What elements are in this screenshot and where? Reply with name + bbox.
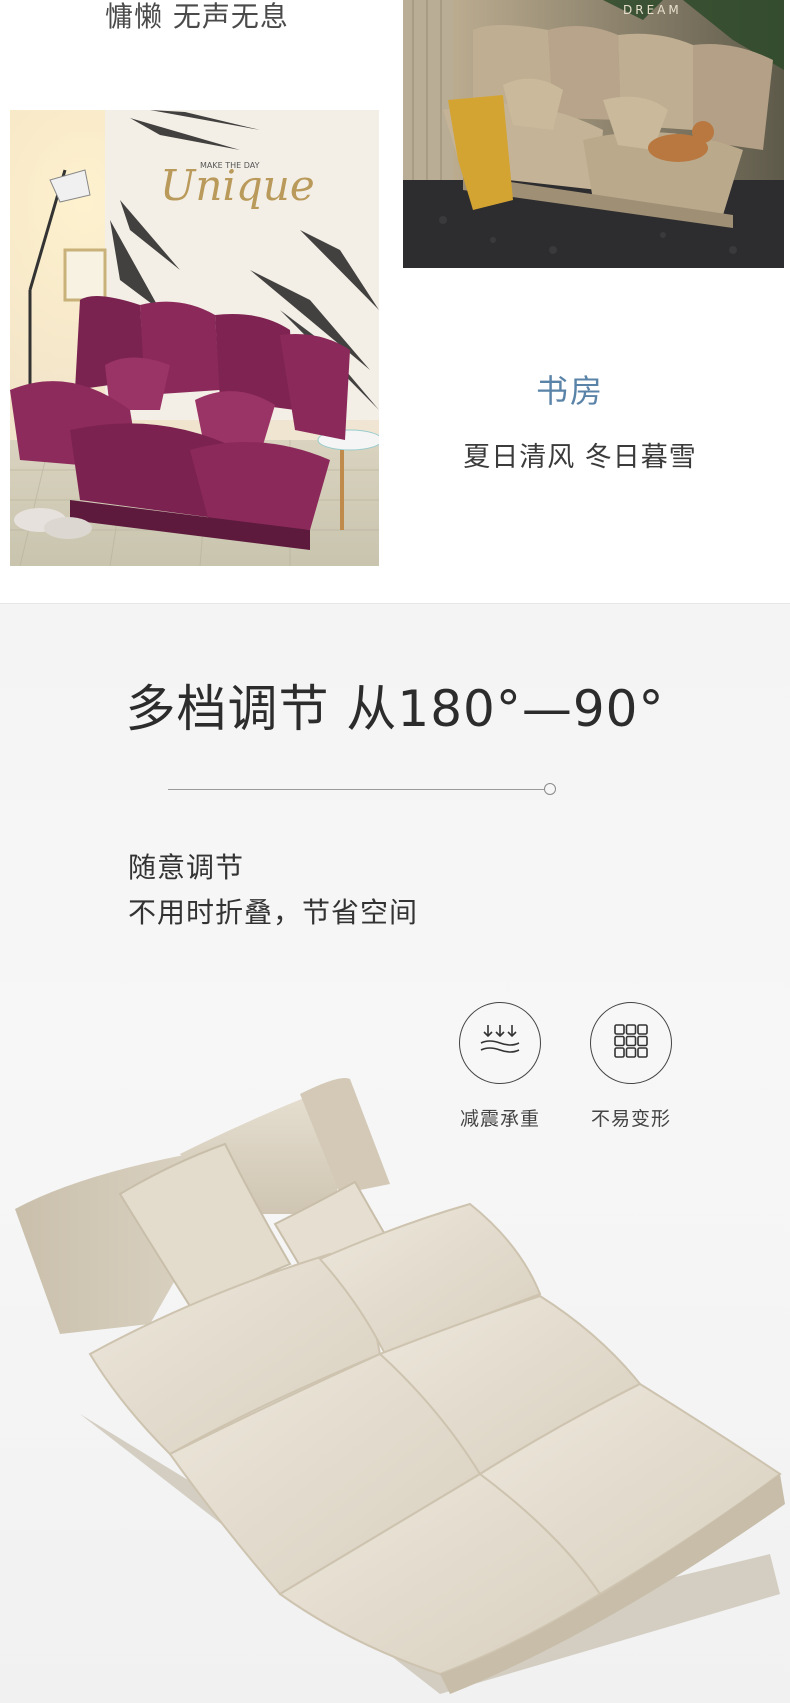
feature-line-adjust: 随意调节 bbox=[128, 851, 245, 884]
adjustable-feature-section: 多档调节 从180°—90° 随意调节 不用时折叠，节省空间 减震承重 不易变形 bbox=[0, 603, 790, 1703]
purple-sofa-photo: Unique MAKE THE DAY bbox=[10, 110, 379, 566]
divider-dot bbox=[544, 783, 556, 795]
tapestry-sub-text: MAKE THE DAY bbox=[200, 161, 260, 170]
cream-sofa-image bbox=[0, 1034, 790, 1703]
room-title: 书房 bbox=[535, 372, 604, 410]
divider-line bbox=[168, 789, 546, 790]
feature-line-fold: 不用时折叠，节省空间 bbox=[128, 896, 419, 929]
room-subtitle: 夏日清风 冬日暮雪 bbox=[463, 442, 697, 473]
study-room-section: 慵懒 无声无息 Unique MAKE THE DAY DREAM 书房 夏日清… bbox=[0, 0, 790, 603]
feature-headline: 多档调节 从180°—90° bbox=[125, 680, 665, 738]
section-caption: 慵懒 无声无息 bbox=[105, 0, 289, 33]
product-detail-page: 慵懒 无声无息 Unique MAKE THE DAY DREAM 书房 夏日清… bbox=[0, 0, 790, 1703]
beige-sofa-photo: DREAM bbox=[403, 0, 784, 268]
wall-print-text: DREAM bbox=[623, 3, 682, 17]
